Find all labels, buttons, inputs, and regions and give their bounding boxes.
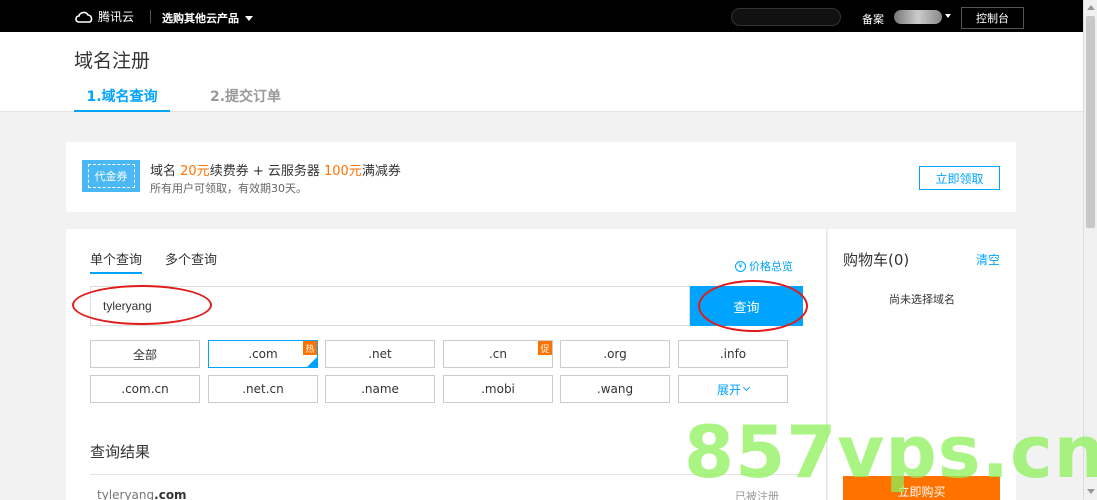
tld-label: .cn bbox=[488, 347, 508, 361]
site-watermark: 857vps.cn bbox=[684, 410, 1097, 494]
price-overview-label: 价格总览 bbox=[749, 260, 793, 273]
logo-text: 腾讯云 bbox=[98, 10, 135, 24]
tld-org[interactable]: .org bbox=[560, 340, 670, 368]
cart-clear-link[interactable]: 清空 bbox=[976, 251, 1000, 268]
products-menu-label: 选购其他云产品 bbox=[162, 12, 239, 25]
user-caret-down-icon[interactable] bbox=[945, 14, 951, 18]
beian-link[interactable]: 备案 bbox=[862, 11, 884, 27]
tld-label: .com bbox=[248, 347, 278, 361]
result-domain-tld: .com bbox=[154, 488, 187, 500]
nav-divider bbox=[150, 10, 151, 23]
promo-text: 续费券 + 云服务器 bbox=[209, 164, 324, 179]
tld-wang[interactable]: .wang bbox=[560, 375, 670, 403]
hot-badge: 热 bbox=[303, 341, 317, 355]
claim-coupon-button[interactable]: 立即领取 bbox=[919, 166, 1000, 190]
tencent-cloud-logo[interactable]: 腾讯云 bbox=[74, 8, 134, 25]
top-search-input[interactable] bbox=[731, 8, 841, 26]
promo-amount-renewal: 20元 bbox=[180, 164, 210, 179]
cart-title: 购物车(0) bbox=[843, 251, 910, 269]
promo-headline: 域名 20元续费券 + 云服务器 100元满减券 bbox=[150, 160, 401, 179]
price-circle-icon: ¥ bbox=[735, 260, 746, 272]
promo-text: 满减券 bbox=[361, 164, 401, 179]
tld-label: .net bbox=[368, 347, 392, 361]
coupon-ticket-icon: 代金券 bbox=[82, 160, 140, 192]
promo-banner: 代金券 域名 20元续费券 + 云服务器 100元满减券 所有用户可领取，有效期… bbox=[66, 142, 1016, 212]
tld-label: .org bbox=[603, 347, 627, 361]
tld-net-cn[interactable]: .net.cn bbox=[208, 375, 318, 403]
tld-label: .com.cn bbox=[121, 382, 169, 396]
tld-label: 全部 bbox=[132, 347, 157, 362]
results-title: 查询结果 bbox=[90, 443, 151, 461]
page-header: 域名注册 1.域名查询 2.提交订单 bbox=[0, 32, 1083, 112]
tld-label: .net.cn bbox=[242, 382, 284, 396]
tld-label: .mobi bbox=[481, 382, 515, 396]
tld-label: .wang bbox=[596, 382, 634, 396]
promo-text: 域名 bbox=[150, 164, 181, 179]
coupon-label: 代金券 bbox=[87, 164, 135, 188]
tld-all[interactable]: 全部 bbox=[90, 340, 200, 368]
tld-net[interactable]: .net bbox=[325, 340, 435, 368]
tld-label: .info bbox=[719, 347, 747, 361]
tld-label: .name bbox=[361, 382, 399, 396]
tld-com-cn[interactable]: .com.cn bbox=[90, 375, 200, 403]
tld-info[interactable]: .info bbox=[678, 340, 788, 368]
user-avatar-blurred[interactable] bbox=[894, 10, 942, 24]
tld-name[interactable]: .name bbox=[325, 375, 435, 403]
promo-badge: 促 bbox=[538, 341, 552, 355]
top-navbar: 腾讯云 选购其他云产品 备案 控制台 bbox=[0, 0, 1083, 32]
tld-com[interactable]: .com 热 bbox=[208, 340, 318, 368]
scroll-thumb[interactable] bbox=[1086, 16, 1095, 228]
step-domain-query[interactable]: 1.域名查询 bbox=[74, 86, 170, 112]
promo-subtext: 所有用户可领取，有效期30天。 bbox=[150, 182, 307, 195]
annotation-ellipse-button bbox=[698, 280, 808, 332]
cart-empty-text: 尚未选择域名 bbox=[889, 293, 955, 306]
tld-mobi[interactable]: .mobi bbox=[443, 375, 553, 403]
page-title: 域名注册 bbox=[74, 50, 151, 72]
tab-multi-query[interactable]: 多个查询 bbox=[165, 249, 217, 268]
price-overview-link[interactable]: ¥ 价格总览 bbox=[735, 258, 793, 274]
tld-cn[interactable]: .cn 促 bbox=[443, 340, 553, 368]
result-domain-name: tyleryang bbox=[97, 488, 155, 500]
step-submit-order[interactable]: 2.提交订单 bbox=[210, 86, 281, 106]
selected-check-icon bbox=[307, 357, 317, 367]
annotation-ellipse-input bbox=[72, 285, 212, 325]
expand-label: 展开 bbox=[716, 382, 741, 397]
console-button[interactable]: 控制台 bbox=[961, 7, 1024, 29]
scroll-up-arrow-icon[interactable] bbox=[1087, 5, 1095, 10]
products-menu[interactable]: 选购其他云产品 bbox=[162, 10, 253, 26]
result-domain: tyleryang.com bbox=[97, 488, 187, 500]
tld-expand-button[interactable]: 展开 bbox=[678, 375, 788, 403]
cloud-icon bbox=[75, 11, 93, 23]
caret-down-icon bbox=[245, 15, 253, 21]
promo-amount-server: 100元 bbox=[323, 164, 362, 179]
tab-single-query[interactable]: 单个查询 bbox=[90, 249, 143, 274]
chevron-down-icon bbox=[742, 383, 751, 392]
